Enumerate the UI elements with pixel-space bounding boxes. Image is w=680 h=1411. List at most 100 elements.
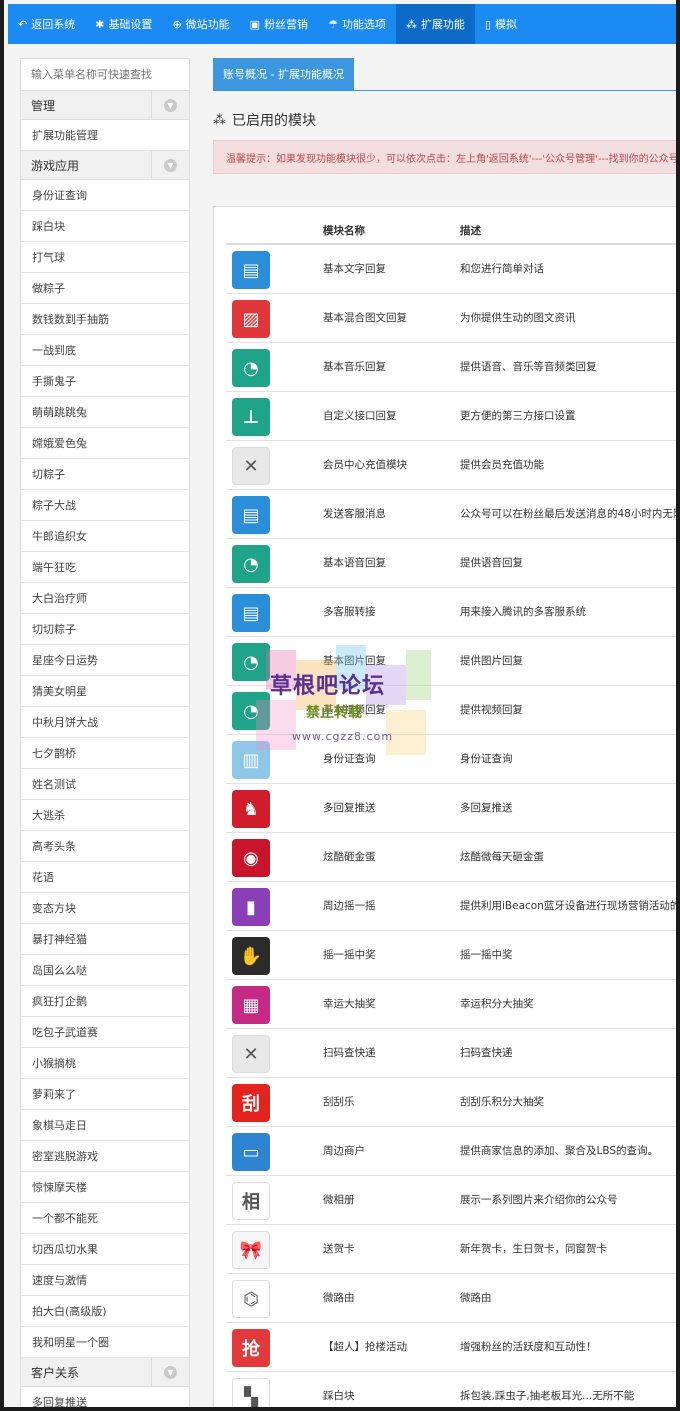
sidebar-menu-item[interactable]: 岛国么么哒 xyxy=(21,955,189,986)
collapse-toggle[interactable]: ▼ xyxy=(151,151,189,180)
sidebar-menu-item[interactable]: 端午狂吃 xyxy=(21,552,189,583)
sidebar-menu-item[interactable]: 手撕鬼子 xyxy=(21,366,189,397)
sidebar-menu-item[interactable]: 扩展功能管理 xyxy=(21,120,189,151)
module-name: 扫码查快递 xyxy=(323,1047,376,1059)
column-header-desc: 描述 xyxy=(460,225,481,237)
module-icon-cell: ✋ xyxy=(232,937,270,975)
sidebar-menu-item[interactable]: 切西瓜切水果 xyxy=(21,1234,189,1265)
module-icon-cell: 抢 xyxy=(232,1329,270,1367)
module-description: 提供商家信息的添加、聚合及LBS的查询。 xyxy=(460,1145,659,1157)
collapse-toggle[interactable]: ▼ xyxy=(151,91,189,120)
tab-underline xyxy=(213,90,676,91)
music-icon: ◔ xyxy=(232,545,270,583)
module-description: 新年贺卡，生日贺卡，同窗贺卡 xyxy=(460,1243,607,1255)
golden-egg-icon: ◉ xyxy=(232,839,270,877)
table-row: 刮 刮刮乐 刮刮乐积分大抽奖 xyxy=(226,1078,676,1127)
sidebar-menu-item[interactable]: 数钱数到手抽筋 xyxy=(21,304,189,335)
module-icon-cell: ▦ xyxy=(232,986,270,1024)
sidebar-menu-item[interactable]: 变态方块 xyxy=(21,893,189,924)
sidebar-menu-item[interactable]: 七夕鹊桥 xyxy=(21,738,189,769)
sidebar-menu-item[interactable]: 粽子大战 xyxy=(21,490,189,521)
nav-item-1[interactable]: ✱ 基础设置 xyxy=(85,4,162,44)
sidebar-menu-item[interactable]: 速度与激情 xyxy=(21,1265,189,1296)
menu-group-title: 管理 xyxy=(31,98,56,113)
scratch-icon: 刮 xyxy=(232,1084,270,1122)
sidebar-menu-item[interactable]: 萌萌跳跳兔 xyxy=(21,397,189,428)
module-description: 展示一系列图片来介绍你的公众号 xyxy=(460,1194,618,1206)
sidebar-menu-item[interactable]: 小猴摘桃 xyxy=(21,1048,189,1079)
table-row: ◉ 炫酷砸金蛋 炫酷微每天砸金蛋 xyxy=(226,833,676,882)
app-frame: ↶返回系统✱基础设置⊕微站功能▣粉丝营销☂功能选项⁂扩展功能▯模拟 管理▼扩展功… xyxy=(0,0,680,1411)
sidebar-menu-item[interactable]: 大逃杀 xyxy=(21,800,189,831)
sidebar-menu: 管理 ▼ 扩展功能管理 游戏应用 ▼ 身份证查询 踩白块 打气球 做粽子 数钱数到手抽筋 一战到底手… xyxy=(21,91,189,1407)
sidebar-menu-item[interactable]: 切粽子 xyxy=(21,459,189,490)
nav-item-3[interactable]: ▣ 粉丝营销 xyxy=(240,4,318,44)
module-description: 提供语音回复 xyxy=(460,557,523,569)
sidebar-menu-item[interactable]: 大白治疗师 xyxy=(21,583,189,614)
gift-icon: ▣ xyxy=(249,17,261,31)
nav-item-6[interactable]: ▯ 模拟 xyxy=(475,4,527,44)
sidebar-menu-item[interactable]: 做粽子 xyxy=(21,273,189,304)
module-description: 增强粉丝的活跃度和互动性！ xyxy=(460,1341,597,1353)
sidebar-menu-item[interactable]: 牛郎追织女 xyxy=(21,521,189,552)
book-icon: ▤ xyxy=(232,251,270,289)
nav-item-0[interactable]: ↶ 返回系统 xyxy=(8,4,85,44)
menu-group-header[interactable]: 管理 ▼ xyxy=(21,91,189,120)
sidebar-menu-item[interactable]: 身份证查询 xyxy=(21,180,189,211)
sidebar-menu-item[interactable]: 象棋马走日 xyxy=(21,1110,189,1141)
sidebar-menu-item[interactable]: 一个都不能死 xyxy=(21,1203,189,1234)
page-title: 已启用的模块 xyxy=(232,113,316,129)
module-icon-cell: ▤ xyxy=(232,496,270,534)
collapse-toggle[interactable]: ▼ xyxy=(151,1358,189,1387)
sidebar-menu-item[interactable]: 星座今日运势 xyxy=(21,645,189,676)
sidebar-menu-item[interactable]: 高考头条 xyxy=(21,831,189,862)
module-description: 和您进行简单对话 xyxy=(460,263,544,275)
module-description: 身份证查询 xyxy=(460,753,513,765)
sidebar-menu-item[interactable]: 猜美女明星 xyxy=(21,676,189,707)
sidebar-menu-item[interactable]: 拍大白(高级版) xyxy=(21,1296,189,1327)
menu-group-title: 客户关系 xyxy=(31,1365,80,1380)
globe-icon: ⊕ xyxy=(172,17,182,31)
module-name: 基本混合图文回复 xyxy=(323,312,407,324)
module-icon-cell: ▭ xyxy=(232,1133,270,1171)
menu-group-header[interactable]: 游戏应用 ▼ xyxy=(21,151,189,180)
sidebar-menu-item[interactable]: 惊悚摩天楼 xyxy=(21,1172,189,1203)
router-icon: ⌬ xyxy=(232,1280,270,1318)
bunny-icon: ♞ xyxy=(232,790,270,828)
nav-item-4[interactable]: ☂ 功能选项 xyxy=(318,4,396,44)
sidebar-menu-item[interactable]: 一战到底 xyxy=(21,335,189,366)
sidebar-menu-item[interactable]: 踩白块 xyxy=(21,211,189,242)
hierarchy-icon: ⊥ xyxy=(232,398,270,436)
module-name: 摇一摇中奖 xyxy=(323,949,376,961)
nav-item-label: 粉丝营销 xyxy=(264,18,309,31)
sidebar-menu-item[interactable]: 姓名测试 xyxy=(21,769,189,800)
nav-item-5[interactable]: ⁂ 扩展功能 xyxy=(395,4,475,44)
chevron-down-icon: ▼ xyxy=(164,99,177,112)
menu-search-input[interactable] xyxy=(21,59,189,91)
sidebar-menu-item[interactable]: 暴打神经猫 xyxy=(21,924,189,955)
sidebar-menu-item[interactable]: 疯狂打企鹅 xyxy=(21,986,189,1017)
sidebar-menu-item[interactable]: 打气球 xyxy=(21,242,189,273)
nav-item-2[interactable]: ⊕ 微站功能 xyxy=(162,4,239,44)
sidebar-menu-item[interactable]: 多回复推送 xyxy=(21,1387,189,1407)
table-row: ▨ 基本混合图文回复 为你提供生动的图文资讯 xyxy=(226,294,676,343)
menu-group-header[interactable]: 客户关系 ▼ xyxy=(21,1358,189,1387)
module-description: 提供图片回复 xyxy=(460,655,523,667)
table-row: ⊥ 自定义接口回复 更方便的第三方接口设置 xyxy=(226,392,676,441)
module-description: 公众号可以在粉丝最后发送消息的48小时内无限制发送消息 xyxy=(460,508,676,520)
tab-extension-overview[interactable]: 账号概况 - 扩展功能概况 xyxy=(213,58,354,90)
module-icon-cell: ▤ xyxy=(232,594,270,632)
sidebar-menu-item[interactable]: 中秋月饼大战 xyxy=(21,707,189,738)
sidebar-menu-item[interactable]: 花语 xyxy=(21,862,189,893)
column-header-name: 模块名称 xyxy=(323,225,365,237)
sidebar-menu-item[interactable]: 嫦娥爱色兔 xyxy=(21,428,189,459)
sidebar-menu-item[interactable]: 切切粽子 xyxy=(21,614,189,645)
sidebar-menu-item[interactable]: 吃包子武道赛 xyxy=(21,1017,189,1048)
sidebar-menu-item[interactable]: 萝莉来了 xyxy=(21,1079,189,1110)
sidebar-menu-item[interactable]: 密室逃脱游戏 xyxy=(21,1141,189,1172)
table-row: ◔ 基本音乐回复 提供语音、音乐等音频类回复 xyxy=(226,343,676,392)
sidebar-menu-item[interactable]: 我和明星一个圈 xyxy=(21,1327,189,1358)
module-name: 【超人】抢楼活动 xyxy=(323,1341,407,1353)
module-description: 提供视频回复 xyxy=(460,704,523,716)
nav-item-label: 功能选项 xyxy=(341,18,386,31)
